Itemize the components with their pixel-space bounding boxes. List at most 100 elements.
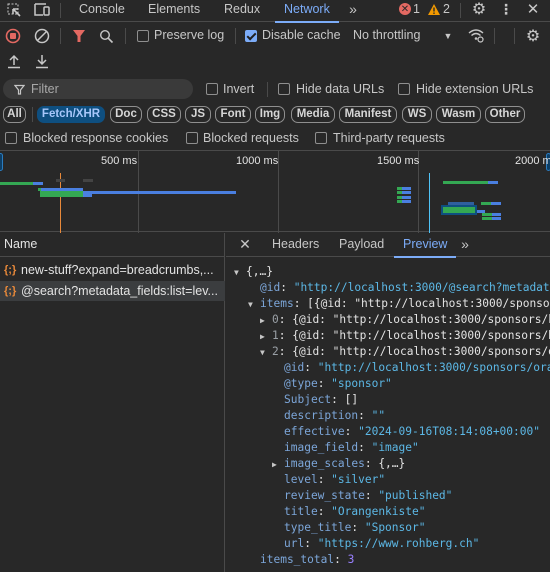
type-filter-all[interactable]: All <box>3 106 26 123</box>
request-bar <box>443 181 488 184</box>
expanded-triangle-icon[interactable]: ▼ <box>234 265 246 281</box>
preserve-log-label[interactable]: Preserve log <box>154 28 224 42</box>
request-bar <box>40 194 83 197</box>
close-devtools-icon[interactable]: ✕ <box>525 1 541 18</box>
hide-extension-urls-checkbox[interactable] <box>398 83 410 95</box>
request-row-selected[interactable]: {;} @search?metadata_fields:list=lev... <box>0 281 225 301</box>
divider <box>235 28 236 44</box>
xhr-icon: {;} <box>4 264 17 276</box>
network-conditions-icon[interactable] <box>467 27 485 43</box>
error-icon[interactable]: ✕ <box>399 3 411 15</box>
clear-icon[interactable] <box>34 28 50 44</box>
request-detail-panel: ✕ Headers Payload Preview » ▼ {,…} @id: "… <box>226 233 550 572</box>
tab-preview[interactable]: Preview <box>393 233 458 258</box>
more-tabs-icon[interactable]: » <box>345 1 361 17</box>
type-filter-other[interactable]: Other <box>485 106 525 123</box>
filter-input[interactable] <box>31 79 186 99</box>
tab-headers[interactable]: Headers <box>272 233 319 257</box>
type-filter-font[interactable]: Font <box>215 106 251 123</box>
type-filter-fetch-xhr[interactable]: Fetch/XHR <box>37 106 105 123</box>
disable-cache-label[interactable]: Disable cache <box>262 28 341 42</box>
blocked-requests-checkbox[interactable] <box>186 132 198 144</box>
filter-input-container[interactable] <box>3 79 193 99</box>
type-filter-img[interactable]: Img <box>255 106 285 123</box>
blocked-response-cookies-checkbox[interactable] <box>5 132 17 144</box>
json-item-2[interactable]: ▼ 2: {@id: "http://localhost:3000/sponsor… <box>260 344 550 360</box>
json-property: title: "Orangenkiste" <box>284 505 426 518</box>
invert-checkbox[interactable] <box>206 83 218 95</box>
request-bar <box>402 200 411 203</box>
more-detail-tabs-icon[interactable]: » <box>458 236 472 252</box>
warning-count[interactable]: 2 <box>443 2 450 16</box>
network-overview-timeline[interactable]: 500 ms 1000 ms 1500 ms 2000 ms <box>0 150 550 233</box>
more-options-icon[interactable]: ⋮ <box>499 1 513 17</box>
third-party-requests-checkbox[interactable] <box>315 132 327 144</box>
request-name: new-stuff?expand=breadcrumbs,... <box>21 263 214 277</box>
tick-label: 1500 ms <box>377 155 420 167</box>
filter-icon[interactable] <box>71 28 87 44</box>
expanded-triangle-icon[interactable]: ▼ <box>260 345 272 361</box>
hide-data-urls-checkbox[interactable] <box>278 83 290 95</box>
type-filter-js[interactable]: JS <box>185 106 211 123</box>
filter-funnel-icon <box>13 82 25 96</box>
error-count[interactable]: 1 <box>413 2 420 16</box>
request-bar <box>402 191 411 194</box>
collapsed-triangle-icon[interactable]: ▶ <box>260 313 272 329</box>
type-filter-wasm[interactable]: Wasm <box>436 106 481 123</box>
close-detail-icon[interactable]: ✕ <box>238 236 252 252</box>
throttling-select[interactable]: No throttling <box>353 28 420 42</box>
selected-request-bar <box>441 205 477 215</box>
blocked-response-cookies-label[interactable]: Blocked response cookies <box>23 131 168 145</box>
json-item-1[interactable]: ▶ 1: {@id: "http://localhost:3000/sponsor… <box>260 328 550 344</box>
tab-redux[interactable]: Redux <box>224 0 260 22</box>
record-stop-icon[interactable] <box>5 28 21 44</box>
preserve-log-checkbox[interactable] <box>137 30 149 42</box>
tab-console[interactable]: Console <box>79 0 125 22</box>
export-har-icon[interactable] <box>35 53 49 69</box>
search-icon[interactable] <box>98 28 114 44</box>
blocked-requests-label[interactable]: Blocked requests <box>203 131 299 145</box>
type-filter-css[interactable]: CSS <box>147 106 181 123</box>
type-filter-doc[interactable]: Doc <box>110 106 142 123</box>
settings-icon[interactable]: ⚙ <box>471 1 487 18</box>
json-property: effective: "2024-09-16T08:14:08+00:00" <box>284 425 540 438</box>
type-filter-manifest[interactable]: Manifest <box>339 106 397 123</box>
json-root[interactable]: ▼ {,…} <box>234 264 273 280</box>
json-property: level: "silver" <box>284 473 386 486</box>
json-property: image_field: "image" <box>284 441 419 454</box>
tab-network[interactable]: Network <box>275 0 339 23</box>
invert-label[interactable]: Invert <box>223 82 254 96</box>
collapsed-triangle-icon[interactable]: ▶ <box>260 329 272 345</box>
disable-cache-checkbox[interactable] <box>245 30 257 42</box>
json-items[interactable]: ▼ items: [{@id: "http://localhost:3000/sp… <box>248 296 550 312</box>
hide-extension-urls-label[interactable]: Hide extension URLs <box>416 82 533 96</box>
devtools-tab-bar: Console Elements Redux Network » ✕ 1 2 ⚙… <box>0 0 550 23</box>
warning-icon[interactable] <box>427 2 441 16</box>
request-bar <box>56 179 65 182</box>
network-settings-icon[interactable]: ⚙ <box>524 27 542 45</box>
hide-data-urls-label[interactable]: Hide data URLs <box>296 82 384 96</box>
type-filter-ws[interactable]: WS <box>402 106 432 123</box>
divider <box>125 28 126 44</box>
json-property-expandable[interactable]: ▶ image_scales: {,…} <box>272 456 405 472</box>
name-column-header[interactable]: Name <box>0 233 225 257</box>
json-items-total: items_total: 3 <box>260 553 355 566</box>
request-row[interactable]: {;} new-stuff?expand=breadcrumbs,... <box>0 260 225 280</box>
tab-elements[interactable]: Elements <box>148 0 200 22</box>
import-har-icon[interactable] <box>7 53 21 69</box>
inspect-element-icon[interactable] <box>6 2 22 18</box>
tab-payload[interactable]: Payload <box>339 233 384 257</box>
device-toolbar-icon[interactable] <box>33 2 51 18</box>
request-bar <box>482 217 492 220</box>
request-bar <box>488 181 498 184</box>
overview-left-handle[interactable] <box>0 153 3 171</box>
json-item-0[interactable]: ▶ 0: {@id: "http://localhost:3000/sponsor… <box>260 312 550 328</box>
request-bar <box>83 179 93 182</box>
divider <box>267 82 268 97</box>
third-party-requests-label[interactable]: Third-party requests <box>333 131 445 145</box>
expanded-triangle-icon[interactable]: ▼ <box>248 297 260 313</box>
chevron-down-icon[interactable]: ▼ <box>443 31 453 41</box>
type-filter-media[interactable]: Media <box>291 106 335 123</box>
collapsed-triangle-icon[interactable]: ▶ <box>272 457 284 473</box>
divider <box>60 28 61 44</box>
